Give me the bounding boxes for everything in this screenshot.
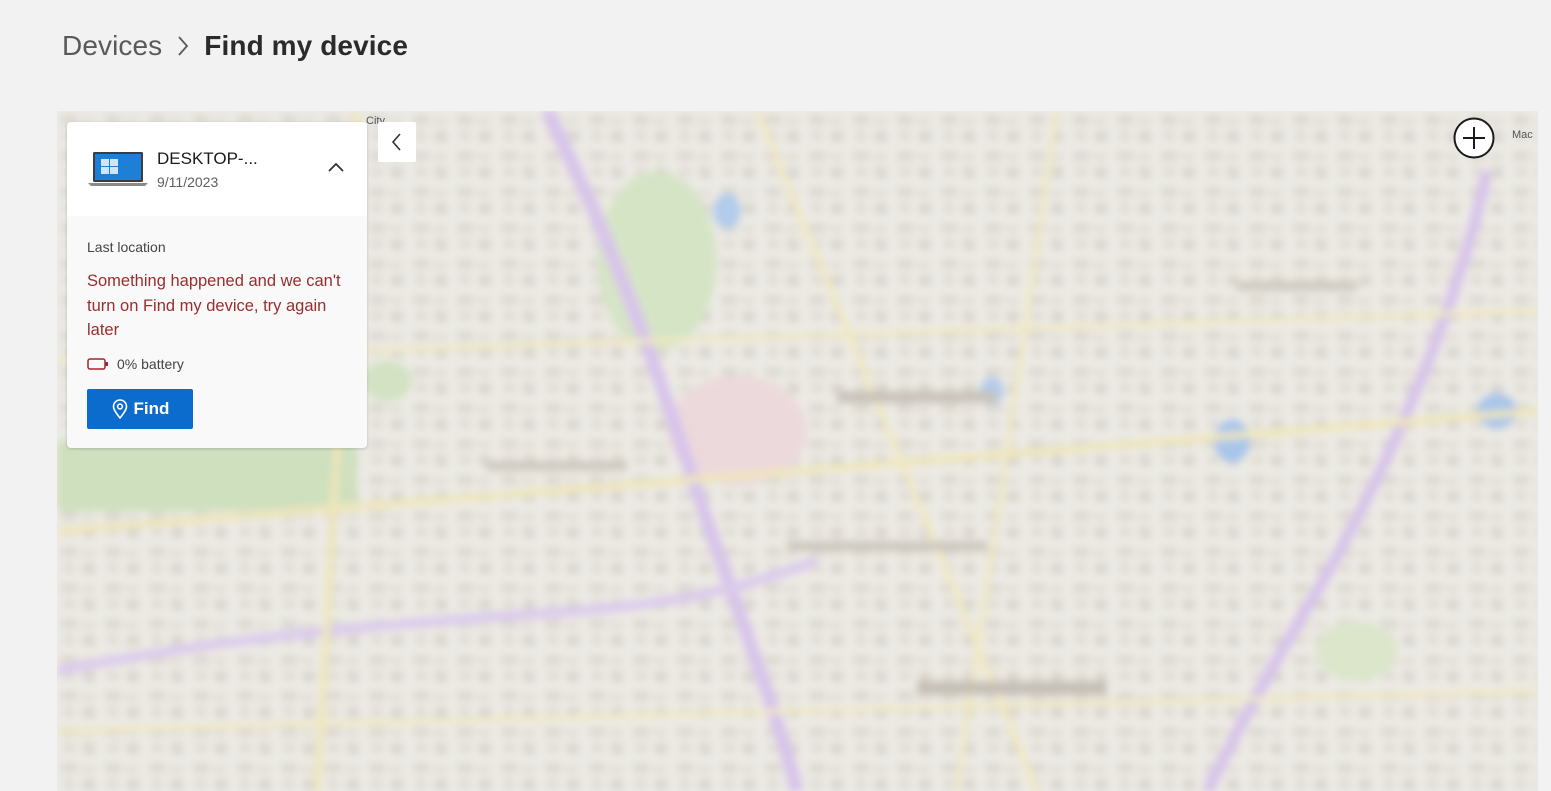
breadcrumb-devices-link[interactable]: Devices: [62, 30, 162, 62]
breadcrumb: Devices Find my device: [62, 26, 408, 66]
collapse-panel-button[interactable]: [378, 122, 416, 162]
device-panel: DESKTOP-... 9/11/2023 Last location Some…: [67, 122, 367, 448]
find-button-label: Find: [133, 399, 170, 418]
chevron-left-icon: [391, 133, 401, 151]
zoom-in-button[interactable]: [1451, 115, 1497, 161]
battery-empty-icon: [87, 358, 108, 370]
device-name: DESKTOP-...: [157, 149, 258, 168]
chevron-up-icon[interactable]: [327, 160, 345, 174]
plus-circle-icon: [1453, 117, 1495, 159]
error-message: Something happened and we can't turn on …: [87, 272, 341, 339]
chevron-right-icon: [176, 34, 190, 58]
battery-status: 0% battery: [87, 356, 184, 372]
last-location-label: Last location: [87, 239, 166, 255]
page-title: Find my device: [204, 30, 408, 61]
battery-text: 0% battery: [117, 356, 184, 372]
location-pin-icon: [112, 399, 127, 419]
laptop-icon: [88, 152, 148, 186]
device-date: 9/11/2023: [157, 174, 219, 190]
map-label-top-right: Mac: [1512, 129, 1533, 141]
device-header[interactable]: DESKTOP-... 9/11/2023: [67, 122, 367, 216]
find-button[interactable]: Find: [87, 389, 193, 429]
